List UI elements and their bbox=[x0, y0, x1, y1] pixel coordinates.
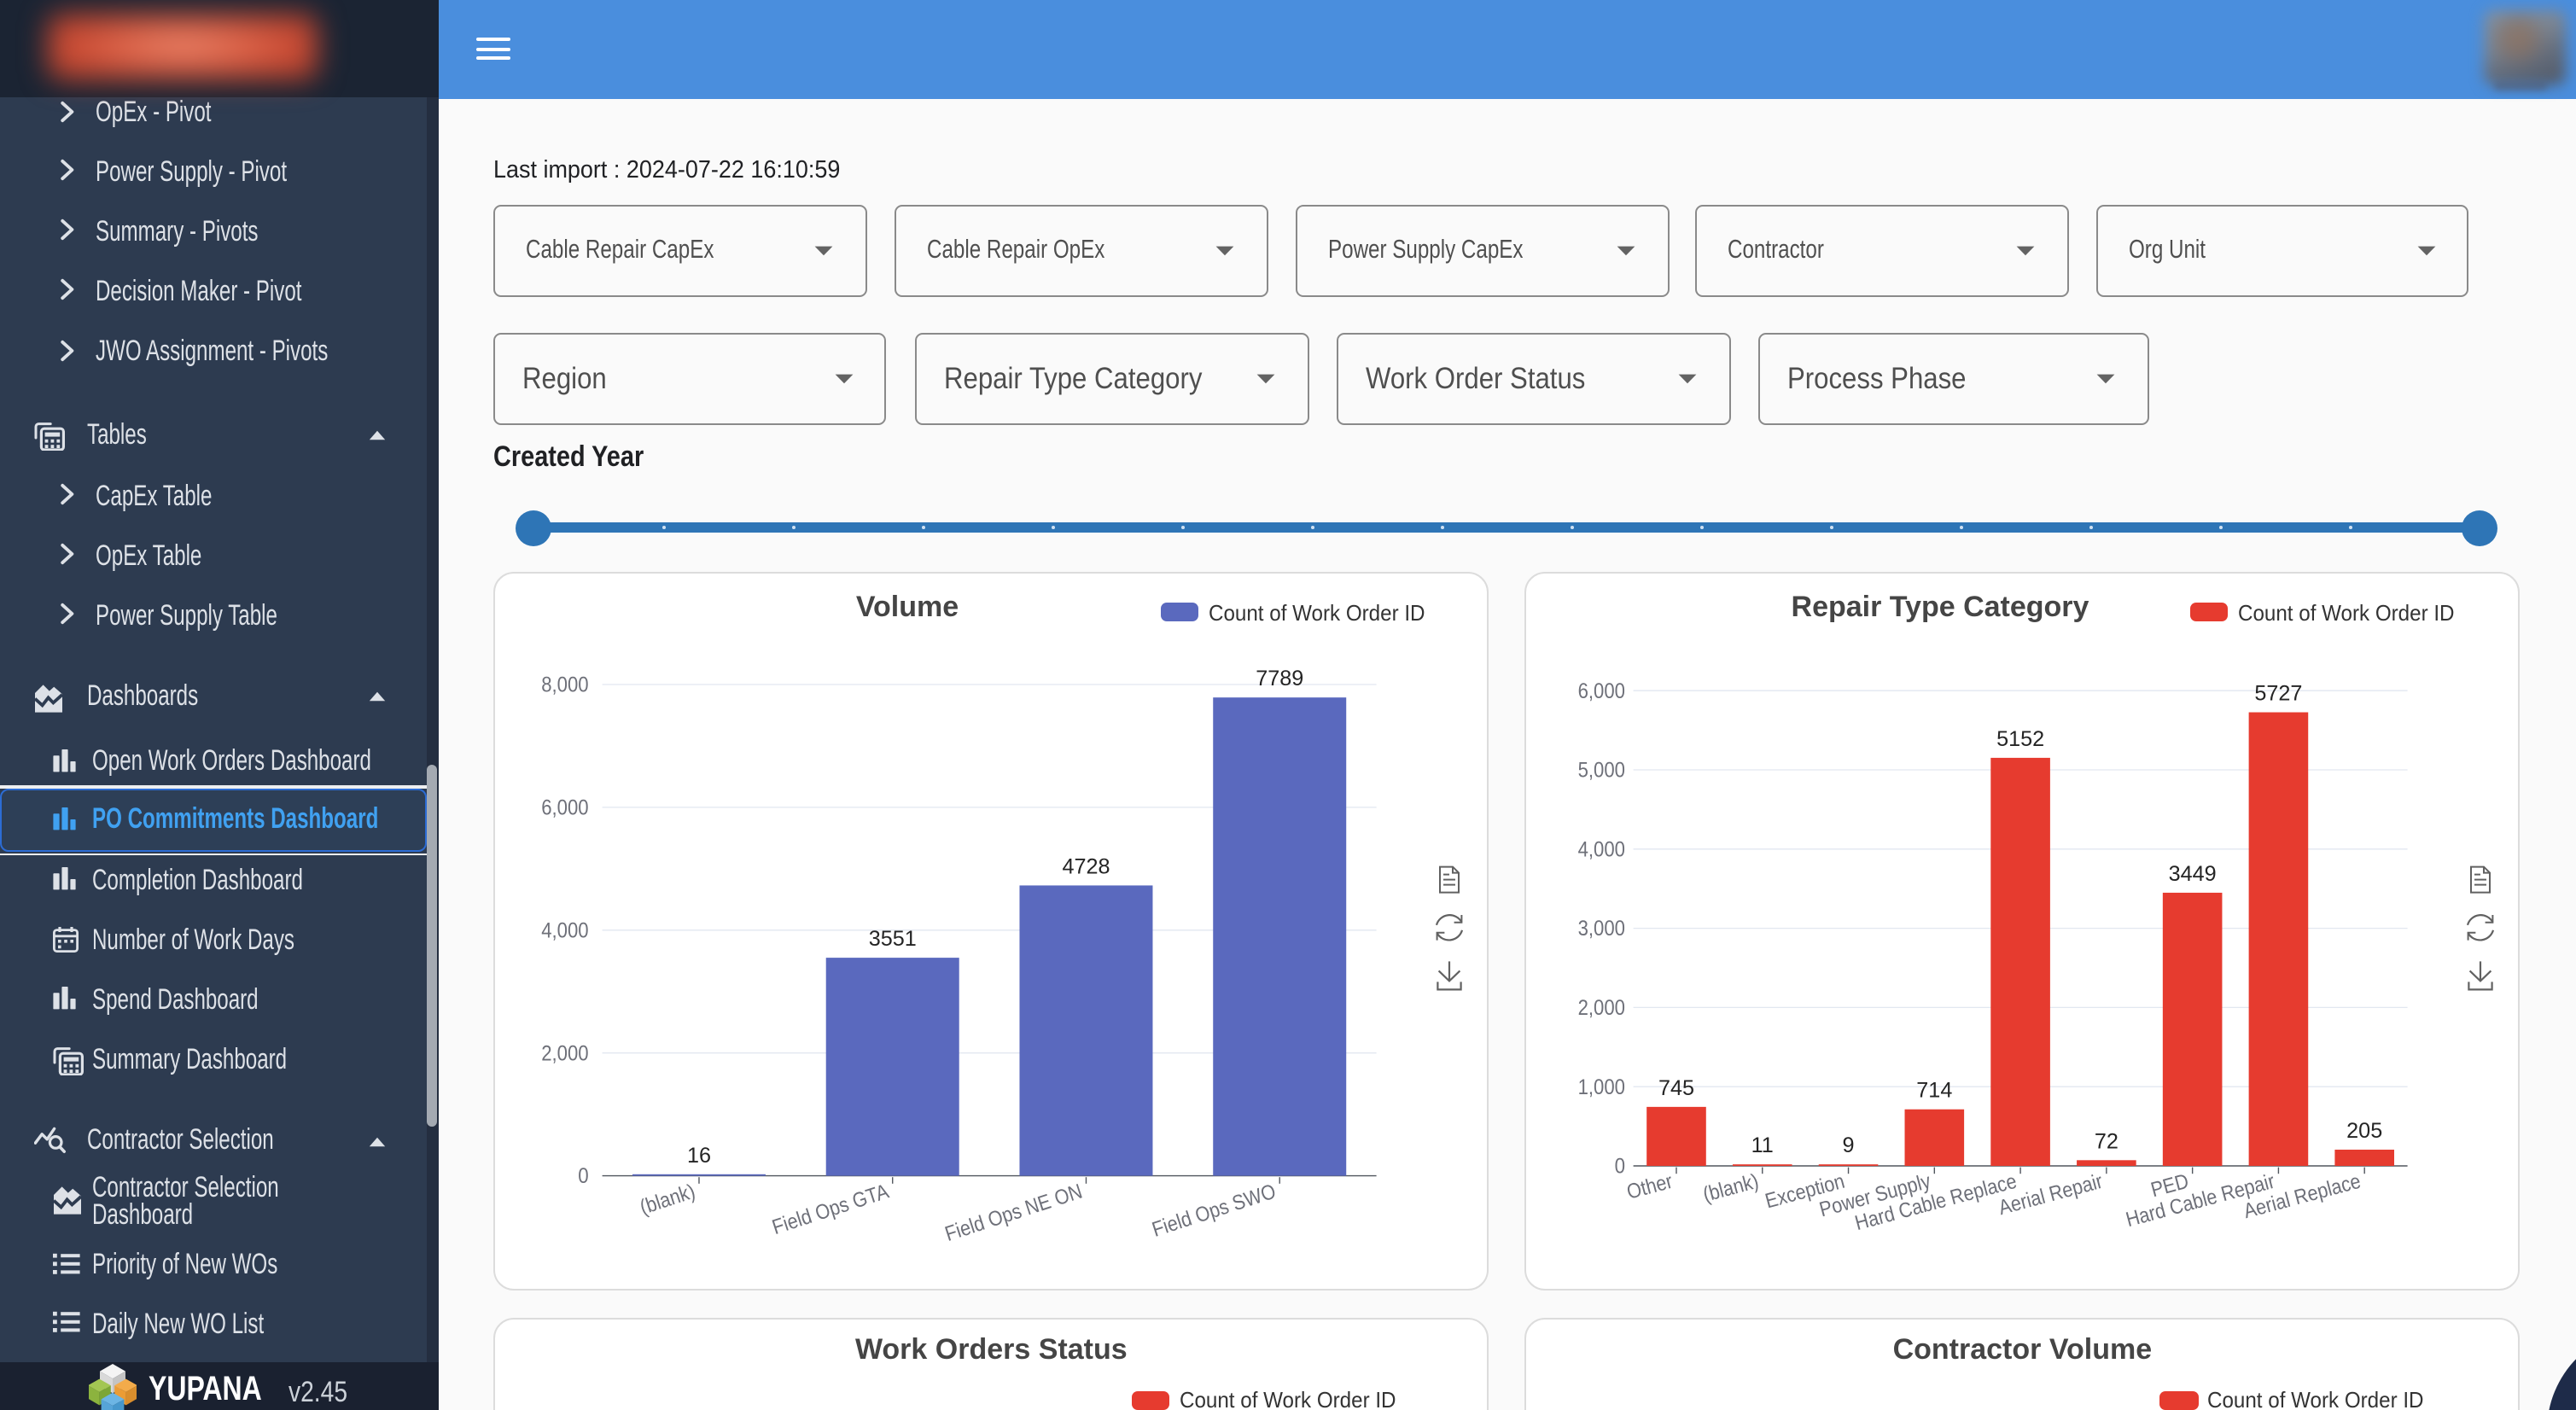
svg-text:3551: 3551 bbox=[869, 926, 917, 950]
svg-text:8,000: 8,000 bbox=[541, 673, 588, 696]
svg-text:6,000: 6,000 bbox=[1578, 679, 1625, 702]
svg-text:16: 16 bbox=[687, 1143, 711, 1167]
svg-text:714: 714 bbox=[1917, 1078, 1953, 1102]
svg-text:1,000: 1,000 bbox=[1578, 1075, 1625, 1098]
svg-text:205: 205 bbox=[2347, 1118, 2383, 1142]
svg-text:7789: 7789 bbox=[1256, 666, 1303, 690]
svg-text:9: 9 bbox=[1843, 1133, 1855, 1157]
svg-text:3,000: 3,000 bbox=[1578, 917, 1625, 940]
svg-text:(blank): (blank) bbox=[638, 1180, 698, 1219]
svg-text:3449: 3449 bbox=[2169, 861, 2217, 885]
svg-text:2,000: 2,000 bbox=[541, 1041, 588, 1064]
svg-text:Field Ops NE ON: Field Ops NE ON bbox=[942, 1180, 1085, 1245]
svg-text:(blank): (blank) bbox=[1701, 1169, 1762, 1206]
svg-text:745: 745 bbox=[1659, 1075, 1695, 1099]
svg-text:0: 0 bbox=[578, 1164, 588, 1187]
svg-text:5,000: 5,000 bbox=[1578, 759, 1625, 782]
svg-text:4,000: 4,000 bbox=[1578, 837, 1625, 860]
svg-text:Other: Other bbox=[1625, 1169, 1676, 1203]
svg-text:72: 72 bbox=[2095, 1128, 2119, 1152]
svg-text:5727: 5727 bbox=[2255, 681, 2303, 705]
svg-text:2,000: 2,000 bbox=[1578, 996, 1625, 1019]
svg-text:11: 11 bbox=[1751, 1133, 1774, 1157]
svg-text:6,000: 6,000 bbox=[541, 796, 588, 819]
svg-text:Field Ops GTA: Field Ops GTA bbox=[770, 1179, 893, 1238]
svg-text:4,000: 4,000 bbox=[541, 918, 588, 941]
svg-text:Field Ops SWO: Field Ops SWO bbox=[1150, 1180, 1279, 1241]
svg-text:0: 0 bbox=[1615, 1155, 1625, 1178]
svg-text:5152: 5152 bbox=[1997, 726, 2045, 750]
svg-text:4728: 4728 bbox=[1062, 854, 1110, 877]
